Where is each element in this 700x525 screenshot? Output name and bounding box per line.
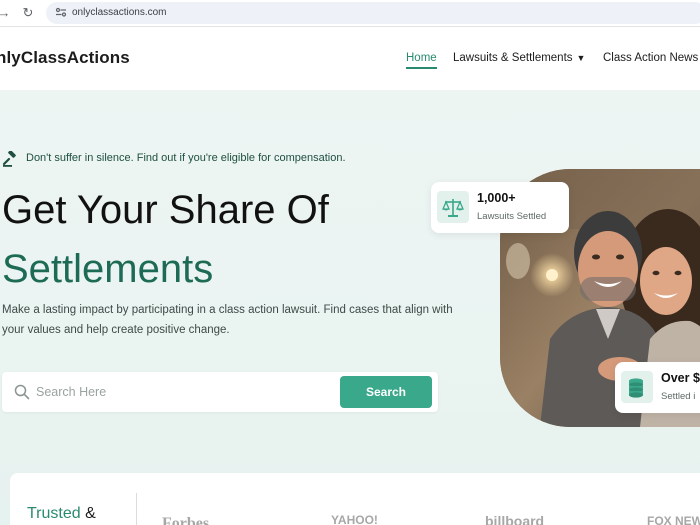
- stat-label: Lawsuits Settled: [477, 211, 547, 222]
- nav-lawsuits-settlements[interactable]: Lawsuits & Settlements ▼: [453, 51, 585, 65]
- search-button[interactable]: Search: [340, 376, 432, 408]
- hero-headline-line2: Settlements: [2, 247, 214, 291]
- nav-home[interactable]: Home: [406, 51, 437, 69]
- scales-icon: [442, 199, 464, 217]
- address-bar[interactable]: onlyclassactions.com: [46, 2, 700, 24]
- press-logo-billboard: billboard: [485, 513, 545, 525]
- site-logo[interactable]: nlyClassActions: [0, 48, 130, 68]
- stat-value: 1,000+: [477, 191, 516, 205]
- search-icon: [14, 384, 30, 400]
- press-logo-foxnews: FOX NEW: [647, 514, 700, 525]
- reload-icon[interactable]: ↻: [20, 5, 36, 21]
- coins-icon: [629, 378, 643, 398]
- stat-value: Over $: [661, 371, 700, 385]
- hero-headline-line1: Get Your Share Of: [2, 188, 329, 232]
- stat-card-lawsuits: 1,000+ Lawsuits Settled: [431, 182, 569, 233]
- gavel-icon: [2, 151, 16, 167]
- url-text: onlyclassactions.com: [72, 7, 167, 18]
- site-header: nlyClassActions Home Lawsuits & Settleme…: [0, 28, 700, 90]
- tagline-text: Don't suffer in silence. Find out if you…: [26, 152, 346, 164]
- press-logo-forbes: Forbes: [162, 515, 210, 525]
- search-bar: Search: [2, 372, 438, 412]
- divider: [136, 493, 137, 525]
- browser-toolbar: → ↻ onlyclassactions.com: [0, 0, 700, 27]
- trusted-label: Trusted &: [27, 505, 96, 522]
- hero-subtext: Make a lasting impact by participating i…: [2, 304, 453, 336]
- chevron-down-icon: ▼: [576, 53, 586, 63]
- trusted-by-section: Trusted & Forbes YAHOO! billboard FOX NE…: [10, 473, 700, 525]
- back-arrow-icon[interactable]: →: [0, 5, 12, 21]
- site-info-icon[interactable]: [54, 6, 68, 20]
- stat-label: Settled i: [661, 391, 696, 402]
- nav-class-action-news[interactable]: Class Action News: [603, 51, 698, 65]
- stat-card-settled: Over $ Settled i: [615, 362, 700, 413]
- press-logo-yahoo: YAHOO!: [331, 513, 378, 525]
- hero-section: Don't suffer in silence. Find out if you…: [0, 90, 700, 525]
- search-input[interactable]: [36, 380, 326, 404]
